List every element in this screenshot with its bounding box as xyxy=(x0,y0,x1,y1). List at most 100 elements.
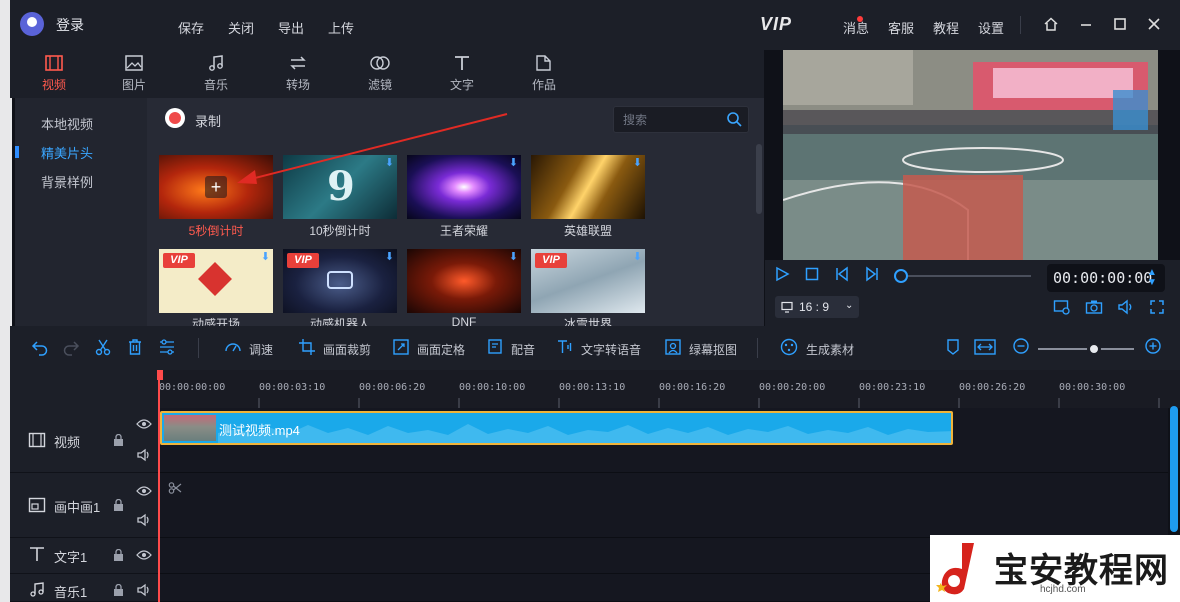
green-screen-button[interactable]: 绿幕抠图 xyxy=(689,341,737,358)
download-icon[interactable]: ⬇ xyxy=(633,156,642,169)
template-thumbnail[interactable]: VIP ⬇ xyxy=(159,249,273,313)
timecode-stepper-icon[interactable]: ▲ ▼ xyxy=(1147,268,1157,288)
volume-icon[interactable] xyxy=(1117,299,1135,320)
zoom-slider-track[interactable] xyxy=(1038,348,1134,350)
lock-icon[interactable] xyxy=(113,433,124,449)
zoom-slider-handle[interactable] xyxy=(1087,342,1101,356)
template-thumbnail[interactable]: ⬇ xyxy=(407,249,521,313)
zoom-out-icon[interactable] xyxy=(1013,338,1029,358)
toolbar-divider xyxy=(757,338,758,358)
generate-material-icon[interactable] xyxy=(780,338,798,360)
login-link[interactable]: 登录 xyxy=(56,15,84,35)
menu-close[interactable]: 关闭 xyxy=(228,18,254,37)
tab-video[interactable]: 视频 xyxy=(30,54,78,93)
tab-music[interactable]: 音乐 xyxy=(192,54,240,93)
visibility-eye-icon[interactable] xyxy=(136,418,152,433)
download-icon[interactable]: ⬇ xyxy=(509,250,518,263)
record-icon[interactable] xyxy=(165,108,185,128)
template-thumbnail[interactable]: VIP ⬇ xyxy=(283,249,397,313)
scissors-icon[interactable] xyxy=(94,338,112,360)
playhead-handle[interactable] xyxy=(157,370,163,380)
speed-icon[interactable] xyxy=(224,338,242,360)
redo-icon[interactable] xyxy=(62,338,80,360)
tab-image[interactable]: 图片 xyxy=(110,54,158,93)
tab-label: 视频 xyxy=(41,78,66,92)
filter-icon xyxy=(356,54,404,76)
crop-icon[interactable] xyxy=(298,338,316,360)
home-icon[interactable] xyxy=(1043,16,1059,32)
playback-progress-track[interactable] xyxy=(901,275,1031,277)
support-button[interactable]: 客服 xyxy=(888,18,914,37)
camera-icon[interactable] xyxy=(1085,299,1103,320)
tab-filter[interactable]: 滤镜 xyxy=(356,54,404,93)
lock-icon[interactable] xyxy=(113,583,124,599)
fit-timeline-icon[interactable] xyxy=(974,338,996,360)
clip-thumbnail xyxy=(164,415,216,441)
menu-upload[interactable]: 上传 xyxy=(328,18,354,37)
text-icon xyxy=(28,546,46,566)
next-frame-icon[interactable] xyxy=(864,266,880,287)
fullscreen-icon[interactable] xyxy=(1149,299,1165,320)
undo-icon[interactable] xyxy=(31,338,49,360)
freeze-frame-button[interactable]: 画面定格 xyxy=(417,341,465,358)
text-to-speech-button[interactable]: 文字转语音 xyxy=(581,341,641,358)
marker-icon[interactable] xyxy=(945,338,961,360)
delete-icon[interactable] xyxy=(126,338,144,360)
playback-progress-handle[interactable] xyxy=(894,269,908,283)
video-preview[interactable] xyxy=(783,50,1158,260)
user-avatar-icon[interactable] xyxy=(20,12,44,36)
audio-speaker-icon[interactable] xyxy=(136,583,152,600)
download-icon[interactable]: ⬇ xyxy=(385,250,394,263)
sidebar-item-local-video[interactable]: 本地视频 xyxy=(41,114,93,133)
library-scrollbar[interactable] xyxy=(756,144,762,214)
lock-icon[interactable] xyxy=(113,548,124,564)
maximize-icon[interactable] xyxy=(1112,16,1128,32)
search-icon[interactable] xyxy=(726,111,742,127)
settings-button[interactable]: 设置 xyxy=(978,18,1004,37)
download-icon[interactable]: ⬇ xyxy=(261,250,270,263)
freeze-frame-icon[interactable] xyxy=(392,338,410,360)
minimize-icon[interactable] xyxy=(1078,16,1094,32)
timeline-scrollbar[interactable] xyxy=(1170,406,1178,532)
download-icon[interactable]: ⬇ xyxy=(633,250,642,263)
green-screen-icon[interactable] xyxy=(664,338,682,360)
messages-button[interactable]: 消息 xyxy=(843,18,869,37)
stop-icon[interactable] xyxy=(804,266,820,287)
zoom-in-icon[interactable] xyxy=(1145,338,1161,358)
sidebar-item-intros[interactable]: 精美片头 xyxy=(41,143,93,162)
vip-badge: VIP xyxy=(163,253,195,268)
menu-export[interactable]: 导出 xyxy=(278,18,304,37)
prev-frame-icon[interactable] xyxy=(834,266,850,287)
tab-label: 音乐 xyxy=(203,78,228,92)
sidebar-item-backgrounds[interactable]: 背景样例 xyxy=(41,172,93,191)
generate-material-button[interactable]: 生成素材 xyxy=(806,341,854,358)
tab-text[interactable]: 文字 xyxy=(438,54,486,93)
visibility-eye-icon[interactable] xyxy=(136,549,152,564)
visibility-eye-icon[interactable] xyxy=(136,485,152,500)
audio-speaker-icon[interactable] xyxy=(136,448,152,465)
track-lane-pip[interactable] xyxy=(158,473,1168,538)
tab-transition[interactable]: 转场 xyxy=(274,54,322,93)
lock-icon[interactable] xyxy=(113,498,124,514)
ruler-tick-label: 00:00:06:20 xyxy=(359,382,426,393)
snapshot-settings-icon[interactable] xyxy=(1053,299,1071,320)
close-icon[interactable] xyxy=(1146,16,1162,32)
menu-save[interactable]: 保存 xyxy=(178,18,204,37)
audio-speaker-icon[interactable] xyxy=(136,513,152,530)
crop-button[interactable]: 画面裁剪 xyxy=(323,341,371,358)
dubbing-icon[interactable] xyxy=(486,338,504,360)
text-to-speech-icon[interactable] xyxy=(556,338,574,360)
tab-works[interactable]: 作品 xyxy=(520,54,568,93)
add-icon[interactable]: + xyxy=(205,176,227,198)
timeline-playhead[interactable] xyxy=(158,372,160,602)
vip-button[interactable]: VIP xyxy=(760,14,792,35)
adjust-icon[interactable] xyxy=(158,338,176,360)
tutorial-button[interactable]: 教程 xyxy=(933,18,959,37)
dubbing-button[interactable]: 配音 xyxy=(511,341,535,358)
template-thumbnail[interactable]: ⬇ xyxy=(531,155,645,219)
record-button[interactable]: 录制 xyxy=(195,111,221,130)
template-thumbnail[interactable]: VIP ⬇ xyxy=(531,249,645,313)
speed-button[interactable]: 调速 xyxy=(249,341,273,358)
watermark-logo xyxy=(936,543,974,595)
play-icon[interactable] xyxy=(774,266,790,287)
